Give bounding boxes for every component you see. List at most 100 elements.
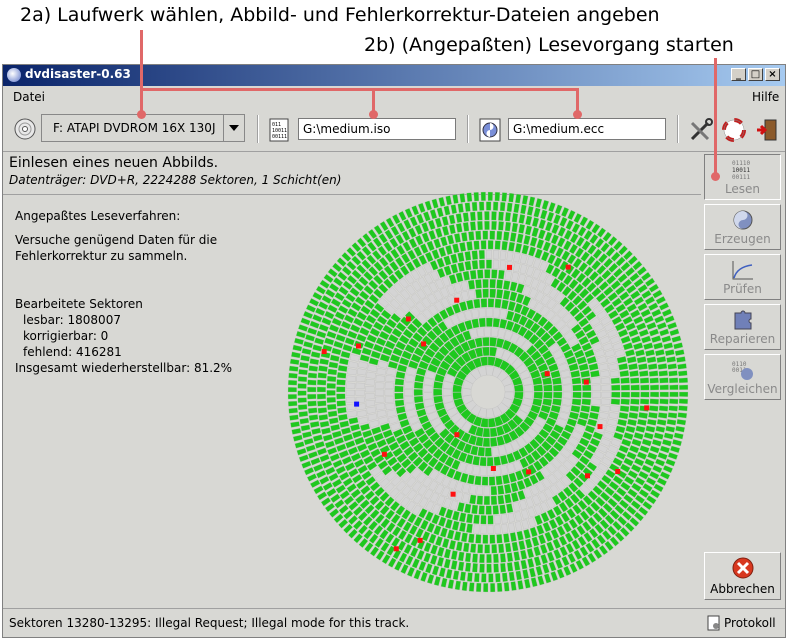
- sector-block: [441, 216, 449, 226]
- maximize-button[interactable]: □: [748, 68, 763, 81]
- sector-block: [639, 445, 650, 454]
- sector-block: [348, 361, 359, 369]
- sector-block: [359, 354, 370, 363]
- sector-block: [582, 391, 592, 399]
- chevron-down-icon[interactable]: [223, 115, 244, 141]
- sector-block: [319, 279, 330, 289]
- sector-block: [616, 356, 627, 364]
- sector-block: [493, 456, 502, 466]
- sector-block: [413, 389, 423, 396]
- close-button[interactable]: ×: [765, 68, 780, 81]
- sector-block: [327, 304, 338, 314]
- sector-block: [318, 365, 328, 372]
- sector-block: [352, 430, 363, 439]
- sector-block: [620, 335, 631, 344]
- sector-block: [385, 374, 395, 383]
- sector-block: [591, 391, 601, 399]
- sector-block: [406, 566, 415, 577]
- sector-block: [496, 230, 503, 241]
- sector-block: [543, 384, 553, 392]
- log-button[interactable]: Protokoll: [706, 614, 778, 632]
- sector-block: [457, 561, 465, 572]
- sector-block: [411, 205, 420, 216]
- sector-block: [485, 505, 492, 515]
- sector-block: [356, 368, 367, 376]
- help-lifebuoy-icon[interactable]: [722, 118, 746, 142]
- image-file-icon[interactable]: 011 10011 00111: [269, 118, 291, 142]
- ecc-file-input[interactable]: G:\medium.ecc: [508, 118, 666, 140]
- sector-block: [647, 363, 658, 370]
- sector-block: [457, 252, 465, 263]
- minimize-button[interactable]: _: [731, 68, 746, 81]
- sector-block: [571, 222, 581, 234]
- sector-block: [441, 225, 450, 236]
- verify-button[interactable]: Prüfen: [704, 254, 781, 300]
- sector-block: [645, 349, 655, 357]
- sector-block: [496, 534, 503, 544]
- ecc-file-icon[interactable]: [479, 118, 501, 142]
- sector-block: [416, 213, 425, 224]
- sector-block: [329, 453, 340, 462]
- repair-button[interactable]: Reparieren: [704, 304, 781, 350]
- sector-block: [423, 392, 433, 400]
- sector-block: [523, 528, 531, 540]
- preferences-tools-icon[interactable]: [689, 118, 713, 141]
- sector-block: [514, 521, 523, 532]
- sector-block: [491, 446, 500, 457]
- quit-door-icon[interactable]: [755, 118, 777, 141]
- menu-help[interactable]: Hilfe: [752, 90, 779, 104]
- cancel-x-icon: [731, 557, 755, 579]
- sector-block: [360, 423, 371, 432]
- sector-block: [445, 508, 454, 519]
- sector-block: [513, 561, 521, 571]
- sector-block: [544, 221, 553, 232]
- sector-block: [504, 212, 512, 222]
- sector-block: [614, 349, 626, 357]
- sector-block: [417, 202, 426, 213]
- sector-block: [511, 271, 520, 282]
- sector-block: [557, 226, 566, 237]
- sector-block: [369, 419, 380, 428]
- sector-block: [492, 505, 500, 515]
- sector-block: [538, 534, 547, 545]
- sector-block: [341, 456, 352, 465]
- cancel-button[interactable]: Abbrechen: [704, 552, 781, 600]
- sector-block: [400, 563, 409, 575]
- create-button[interactable]: Erzeugen: [704, 204, 781, 250]
- sector-block: [591, 398, 601, 406]
- sector-block: [489, 279, 496, 289]
- sector-block: [394, 560, 403, 571]
- sector-block: [346, 382, 356, 389]
- sector-block: [496, 289, 504, 299]
- sector-block: [313, 485, 324, 495]
- sector-block: [678, 405, 688, 412]
- sector-block: [448, 224, 456, 235]
- sector-block: [483, 486, 490, 496]
- sector-block: [495, 573, 501, 583]
- compare-button[interactable]: 0110 0011 Vergleichen: [704, 354, 781, 400]
- sector-block: [626, 451, 637, 460]
- sector-block: [548, 244, 558, 255]
- sector-block: [494, 240, 501, 250]
- menu-file[interactable]: Datei: [13, 90, 45, 104]
- image-file-input[interactable]: G:\medium.iso: [298, 118, 456, 140]
- sector-block: [423, 398, 434, 408]
- sector-block: [562, 391, 572, 399]
- sector-block: [515, 570, 522, 581]
- sector-block: [652, 464, 663, 474]
- sector-block: [444, 518, 453, 529]
- sector-block: [672, 439, 682, 447]
- sector-block: [580, 405, 591, 413]
- sector-block: [490, 495, 498, 505]
- sector-block: [448, 214, 456, 225]
- sector-block: [605, 425, 616, 434]
- sector-block: [651, 308, 662, 318]
- sector-block: [663, 432, 674, 440]
- sector-block: [533, 207, 541, 218]
- page-title: Einlesen eines neuen Abbilds.: [9, 155, 219, 171]
- sector-block: [443, 255, 452, 266]
- sector-block: [299, 362, 309, 369]
- sector-block: [472, 465, 480, 476]
- sector-block: [404, 389, 414, 396]
- sector-block: [317, 407, 328, 414]
